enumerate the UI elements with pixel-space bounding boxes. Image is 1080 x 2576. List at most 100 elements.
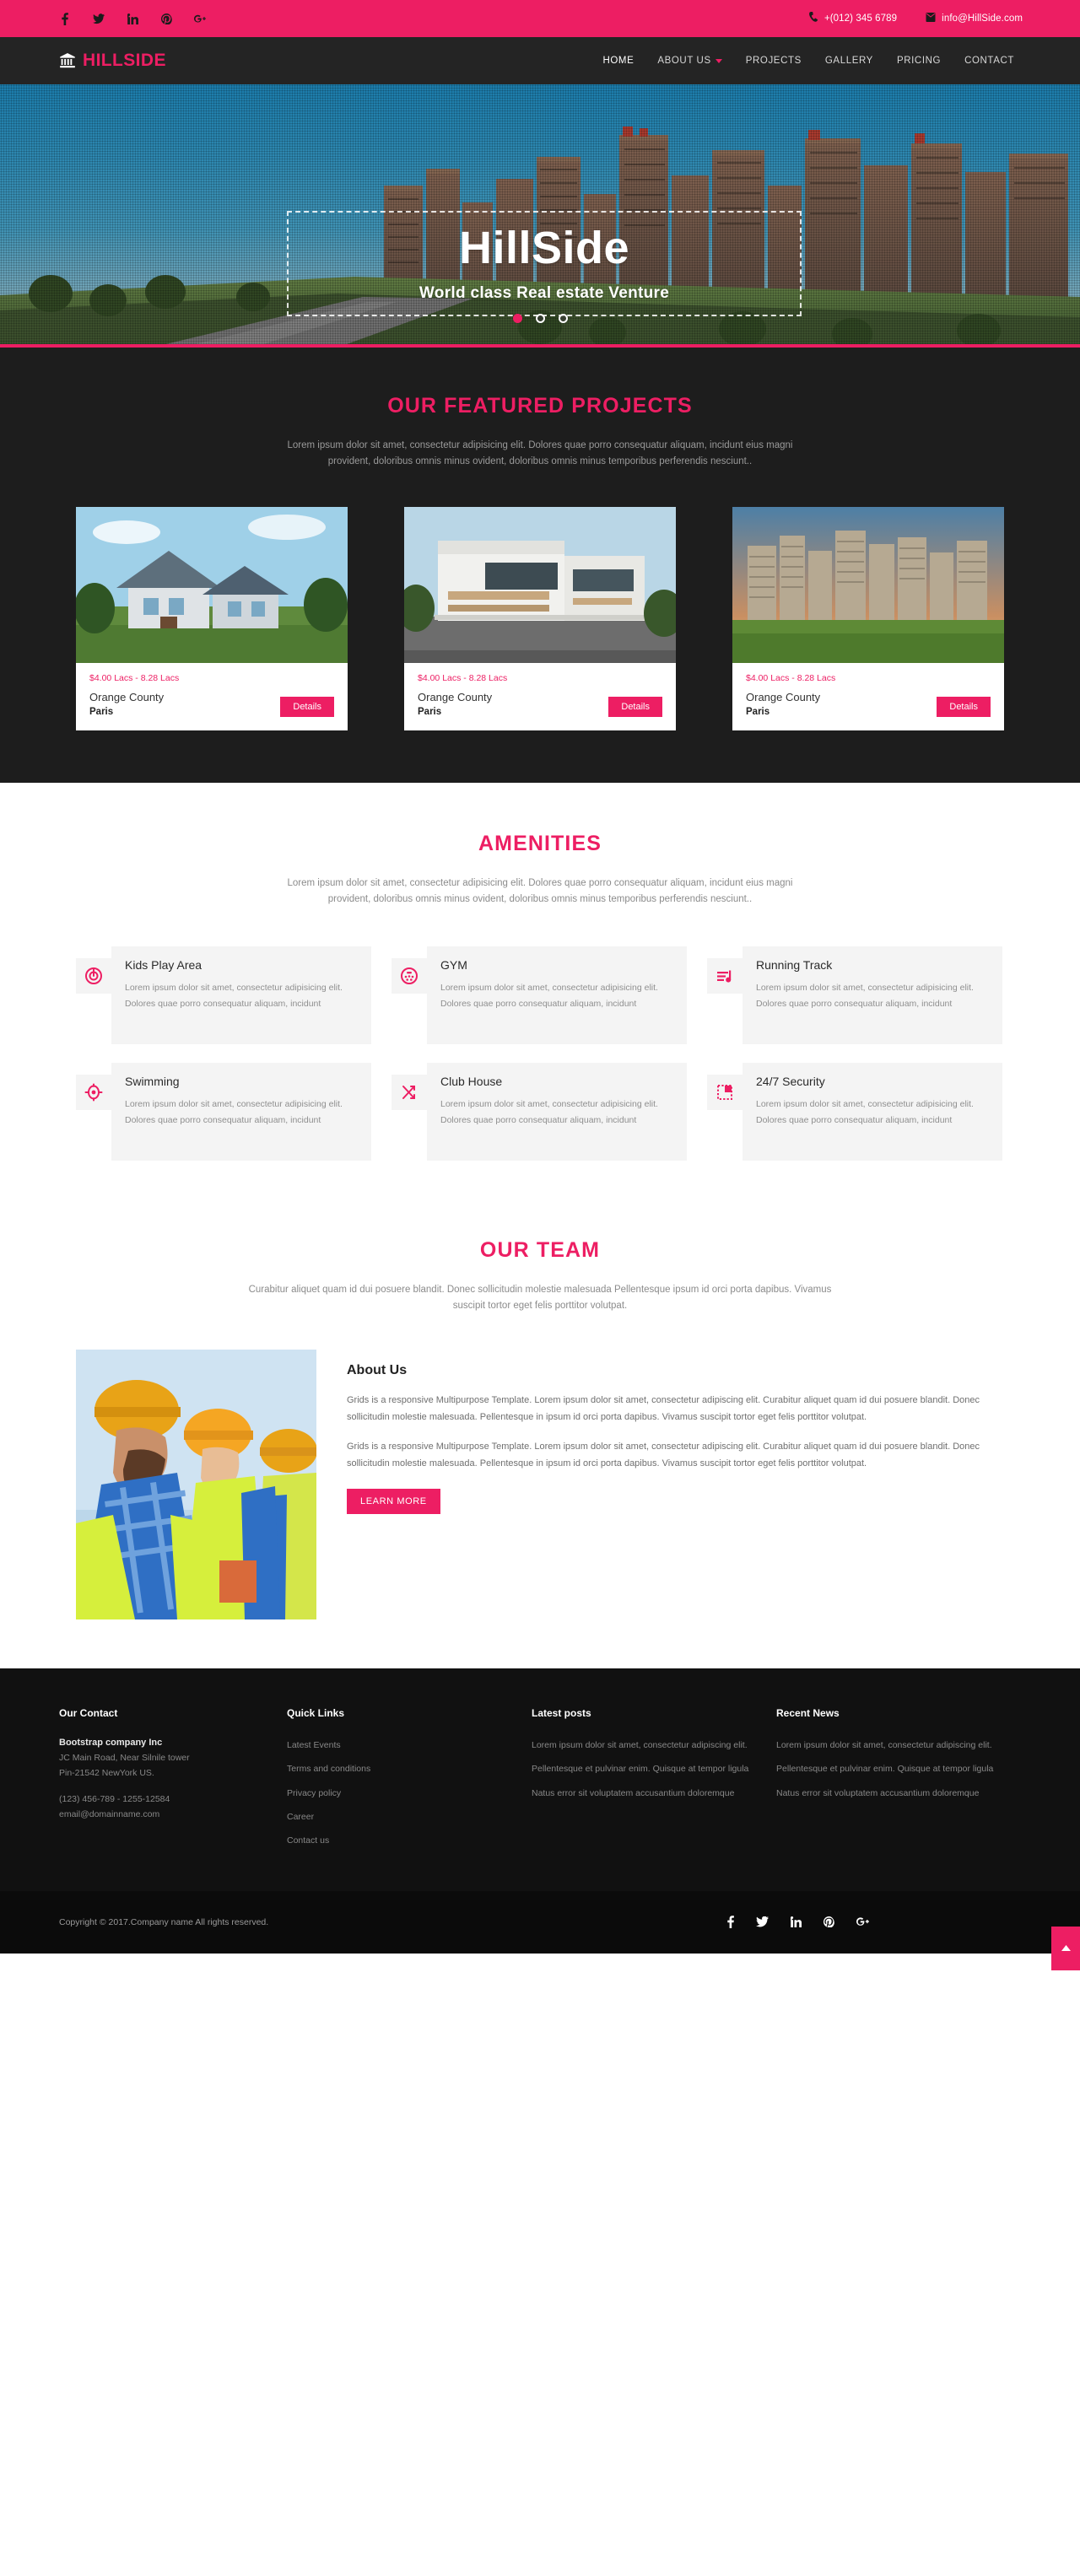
google-plus-icon[interactable] — [856, 1916, 869, 1927]
site-logo[interactable]: HILLSIDE — [42, 51, 166, 71]
music-note-icon — [707, 957, 742, 994]
top-bar: +(012) 345 6789 info@HillSide.com — [0, 0, 1080, 37]
bank-icon — [59, 52, 76, 69]
nav-item-contact[interactable]: CONTACT — [953, 51, 1026, 71]
amenity-title: Kids Play Area — [125, 957, 202, 972]
project-card[interactable]: $4.00 Lacs - 8.28 Lacs Orange County Par… — [404, 506, 676, 730]
hero-carousel: HillSide World class Real estate Venture — [0, 84, 1080, 348]
hero-subtitle: World class Real estate Venture — [418, 283, 670, 302]
nav-item-home[interactable]: HOME — [591, 51, 645, 71]
about-paragraph-2: Grids is a responsive Multipurpose Templ… — [347, 1441, 980, 1469]
latest-post-item[interactable]: Lorem ipsum dolor sit amet, consectetur … — [532, 1738, 758, 1753]
quick-link-latest-events[interactable]: Latest Events — [287, 1738, 513, 1753]
recent-news-item[interactable]: Pellentesque et pulvinar enim. Quisque a… — [776, 1761, 1002, 1776]
project-image — [732, 506, 1004, 663]
nav-label: ABOUT US — [657, 56, 711, 66]
top-social-links — [42, 12, 206, 25]
hero-caption: HillSide World class Real estate Venture — [287, 211, 802, 316]
latest-post-item[interactable]: Pellentesque et pulvinar enim. Quisque a… — [532, 1761, 758, 1776]
nav-item-projects[interactable]: PROJECTS — [734, 51, 813, 71]
project-price: $4.00 Lacs - 8.28 Lacs — [418, 672, 508, 683]
footer-heading: Latest posts — [532, 1706, 591, 1719]
quick-link-terms[interactable]: Terms and conditions — [287, 1761, 513, 1776]
footer-contact-column: Our Contact Bootstrap company Inc JC Mai… — [59, 1707, 287, 1857]
amenity-item: Swimming Lorem ipsum dolor sit amet, con… — [76, 1062, 371, 1161]
top-contact-info: +(012) 345 6789 info@HillSide.com — [809, 12, 1038, 25]
email-info: info@HillSide.com — [926, 12, 1023, 25]
footer-latest-posts-column: Latest posts Lorem ipsum dolor sit amet,… — [532, 1707, 776, 1857]
quick-link-privacy[interactable]: Privacy policy — [287, 1786, 513, 1801]
team-subtitle: Curabitur aliquet quam id dui posuere bl… — [248, 1284, 832, 1311]
nav-item-about-us[interactable]: ABOUT US — [645, 51, 733, 71]
crosshair-icon — [76, 1074, 111, 1110]
about-us-heading: About Us — [347, 1362, 408, 1377]
quick-link-contact-us[interactable]: Contact us — [287, 1833, 513, 1848]
footer-quick-links-column: Quick Links Latest Events Terms and cond… — [287, 1707, 532, 1857]
carousel-dot-2[interactable] — [535, 314, 545, 323]
nav-item-gallery[interactable]: GALLERY — [813, 51, 885, 71]
amenities-grid: Kids Play Area Lorem ipsum dolor sit ame… — [76, 946, 1004, 1161]
footer-address-line-1: JC Main Road, Near Silnile tower — [59, 1752, 190, 1763]
amenities-title: AMENITIES — [478, 831, 602, 855]
featured-subtitle: Lorem ipsum dolor sit amet, consectetur … — [287, 440, 793, 466]
pinterest-icon[interactable] — [824, 1916, 834, 1928]
footer-phone: (123) 456-789 - 1255-12584 — [59, 1793, 170, 1804]
team-title: OUR TEAM — [479, 1237, 601, 1262]
footer-heading: Recent News — [776, 1706, 840, 1719]
latest-post-item[interactable]: Natus error sit voluptatem accusantium d… — [532, 1786, 758, 1801]
amenity-item: 24/7 Security Lorem ipsum dolor sit amet… — [707, 1062, 1002, 1161]
details-button[interactable]: Details — [280, 696, 334, 717]
amenity-desc: Lorem ipsum dolor sit amet, consectetur … — [125, 1098, 343, 1126]
nav-item-pricing[interactable]: PRICING — [885, 51, 953, 71]
amenity-desc: Lorem ipsum dolor sit amet, consectetur … — [440, 982, 658, 1010]
carousel-dot-3[interactable] — [558, 314, 568, 323]
primary-nav: HOME ABOUT US PROJECTS GALLERY PRICING C… — [591, 51, 1038, 71]
about-paragraph-1: Grids is a responsive Multipurpose Templ… — [347, 1394, 980, 1423]
twitter-icon[interactable] — [756, 1916, 769, 1927]
details-button[interactable]: Details — [937, 696, 991, 717]
quick-link-career[interactable]: Career — [287, 1809, 513, 1824]
copyright-text: Copyright © 2017.Company name All rights… — [59, 1916, 269, 1927]
page-title: OUR FEATURED PROJECTS — [387, 394, 693, 418]
amenities-section: AMENITIES Lorem ipsum dolor sit amet, co… — [0, 782, 1080, 1196]
linkedin-icon[interactable] — [791, 1916, 802, 1928]
amenity-title: Swimming — [125, 1074, 180, 1088]
target-spiral-icon — [76, 957, 111, 994]
project-price: $4.00 Lacs - 8.28 Lacs — [746, 672, 836, 683]
project-image — [76, 506, 348, 663]
amenity-title: Club House — [440, 1074, 503, 1088]
project-image — [404, 506, 676, 663]
nav-label: GALLERY — [824, 56, 873, 66]
featured-projects-section: OUR FEATURED PROJECTS Lorem ipsum dolor … — [0, 348, 1080, 783]
amenity-desc: Lorem ipsum dolor sit amet, consectetur … — [125, 982, 343, 1010]
shuffle-arrows-icon — [392, 1074, 427, 1110]
twitter-icon[interactable] — [93, 12, 105, 25]
details-button[interactable]: Details — [608, 696, 662, 717]
pinterest-icon[interactable] — [160, 12, 172, 25]
learn-more-button[interactable]: LEARN MORE — [347, 1489, 440, 1515]
phone-number: +(012) 345 6789 — [824, 13, 898, 24]
project-card[interactable]: $4.00 Lacs - 8.28 Lacs Orange County Par… — [732, 506, 1004, 730]
amenity-desc: Lorem ipsum dolor sit amet, consectetur … — [756, 1098, 974, 1126]
google-plus-icon[interactable] — [194, 12, 206, 25]
amenity-item: Kids Play Area Lorem ipsum dolor sit ame… — [76, 946, 371, 1044]
facebook-icon[interactable] — [59, 12, 71, 25]
team-photo — [76, 1349, 316, 1619]
amenity-desc: Lorem ipsum dolor sit amet, consectetur … — [756, 982, 974, 1010]
scroll-to-top-button[interactable] — [1051, 1926, 1080, 1970]
amenity-item: GYM Lorem ipsum dolor sit amet, consecte… — [392, 946, 687, 1044]
footer-address-line-2: Pin-21542 NewYork US. — [59, 1768, 154, 1779]
footer-social-links — [727, 1916, 1021, 1929]
carousel-dot-1[interactable] — [512, 314, 522, 323]
recent-news-item[interactable]: Lorem ipsum dolor sit amet, consectetur … — [776, 1738, 1002, 1753]
recent-news-item[interactable]: Natus error sit voluptatem accusantium d… — [776, 1786, 1002, 1801]
linkedin-icon[interactable] — [127, 12, 138, 25]
footer-company-name: Bootstrap company Inc — [59, 1737, 163, 1748]
amenity-item: Club House Lorem ipsum dolor sit amet, c… — [392, 1062, 687, 1161]
amenity-desc: Lorem ipsum dolor sit amet, consectetur … — [440, 1098, 658, 1126]
facebook-icon[interactable] — [727, 1916, 734, 1929]
chevron-up-icon — [1061, 1944, 1071, 1951]
project-card[interactable]: $4.00 Lacs - 8.28 Lacs Orange County Par… — [76, 506, 348, 730]
nav-label: CONTACT — [964, 56, 1014, 66]
email-address: info@HillSide.com — [942, 13, 1023, 24]
